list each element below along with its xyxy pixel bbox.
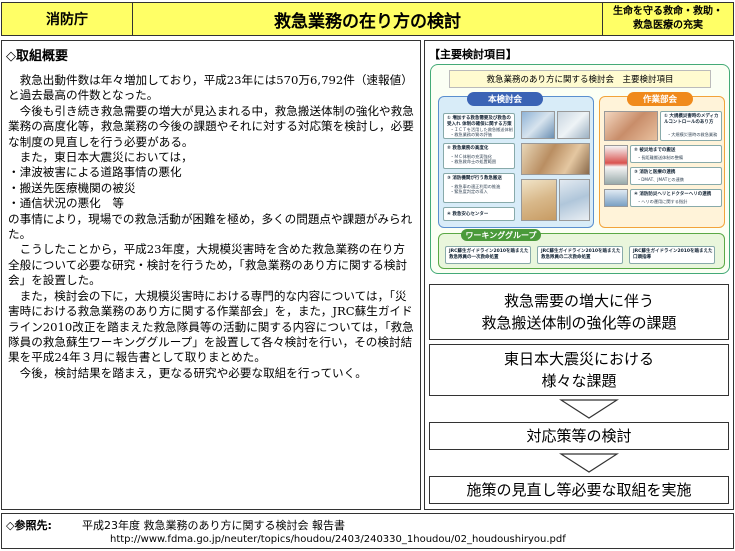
hk-item: ③ 消防機関が行う救急搬送 ・救急車の適正利用の推進 ・緊急度判定の導入 — [443, 173, 515, 203]
hk-item: ② 救急業務の高度化 ・ＭＣ体制の充実強化 ・救急救命士の処置範囲 — [443, 143, 515, 169]
call-center-photo — [557, 111, 590, 139]
flow-text: 様々な課題 — [541, 372, 617, 390]
bullet-item: ・津波被害による道路事情の悪化 — [8, 165, 182, 180]
wg-item: JRC蘇生ガイドライン2010を踏まえた救急隊員の一次救命処置 — [445, 246, 531, 264]
main-committee-box: ① 増加する救急需要及び救急の受入れ 体制の確保に関する方策 ・ＩＣＴを活用した… — [438, 96, 594, 228]
key-items-heading: 【主要検討項目】 — [429, 48, 517, 61]
sg-item-title: ② 被災地までの搬送 — [634, 148, 676, 153]
sg-item: ② 被災地までの搬送 ・長距離搬送体制の整備 — [630, 145, 722, 163]
overview-text: 救急出動件数は年々増加しており，平成23年には570万6,792件（速報値）と過… — [8, 73, 416, 381]
reference-footer: ◇参照先: 平成23年度 救急業務のあり方に関する検討会 報告書 http://… — [1, 513, 734, 549]
paragraph: 今後も引き続き救急需要の増大が見込まれる中，救急搬送体制の強化や救急業務の高度化… — [8, 103, 414, 149]
paragraph: 今後，検討結果を踏まえ，更なる研究や必要な取組を行っていく。 — [19, 365, 367, 380]
key-items-diagram: 救急業務のあり方に関する検討会 主要検討項目 ① 増加する救急需要及び救急の受入… — [430, 64, 730, 274]
sg-item: ① 大規模災害時のメディカルコントロールのあり方 ・大規模災害時の救急業務 — [660, 111, 722, 141]
hk-item-title: ② 救急業務の高度化 — [447, 146, 489, 151]
tagline-line-2: 救急医療の充実 — [633, 20, 703, 31]
working-group-box: ① 大規模災害時のメディカルコントロールのあり方 ・大規模災害時の救急業務 ② … — [599, 96, 725, 228]
emergency-scene-photo — [521, 179, 557, 221]
wg-item-title: JRC蘇生ガイドライン2010を踏まえた救急隊員の一次救命処置 — [449, 249, 529, 260]
hk-item-title: ④ 救急安心センター — [447, 212, 489, 217]
paragraph: 救急出動件数は年々増加しており，平成23年には570万6,792件（速報値）と過… — [8, 73, 413, 103]
tagline-line-1: 生命を守る救命・救助・ — [613, 6, 723, 17]
overview-panel: ◇取組概要 救急出動件数は年々増加しており，平成23年には570万6,792件（… — [1, 40, 421, 510]
wg-item: JRC蘇生ガイドライン2010を踏まえた救急隊員の二次救命処置 — [537, 246, 623, 264]
down-arrow-icon — [559, 453, 619, 473]
reference-label: ◇参照先: — [6, 519, 52, 532]
flow-text: 対応策等の検討 — [526, 427, 632, 445]
paragraph: また，東日本大震災においては， — [19, 150, 193, 165]
flow-box-demand: 救急需要の増大に伴う 救急搬送体制の強化等の課題 — [429, 284, 729, 340]
hk-item-sub: ・緊急度判定の導入 — [450, 189, 488, 194]
flow-box-earthquake: 東日本大震災における 様々な課題 — [429, 344, 729, 396]
reference-title: 平成23年度 救急業務のあり方に関する検討会 報告書 — [82, 519, 345, 532]
paragraph: の事情により，現場での救急活動が困難を極め，多くの問題点や課題がみられた。 — [8, 211, 413, 242]
down-arrow-icon — [559, 399, 619, 419]
hk-item-sub: ・救急業務の質の評価 — [450, 132, 492, 137]
hk-item-sub: ・救急救命士の処置範囲 — [450, 159, 497, 164]
sg-item: ④ 消防防災ヘリとドクターヘリの連携 ・ヘリの運用に関する指針 — [630, 189, 722, 207]
disaster-photo — [604, 111, 658, 141]
main-committee-tab: 本検討会 — [467, 92, 543, 106]
flow-text: 施策の見直し等必要な取組を実施 — [466, 481, 692, 499]
hk-item-title: ① 増加する救急需要及び救急の受入れ 体制の確保に関する方策 — [447, 116, 512, 127]
wg-item-title: JRC蘇生ガイドライン2010を踏まえた救急隊員の二次救命処置 — [541, 249, 621, 260]
key-items-panel: 【主要検討項目】 救急業務のあり方に関する検討会 主要検討項目 ① 増加する救急… — [424, 40, 734, 510]
flow-box-measures: 対応策等の検討 — [429, 422, 729, 450]
sg-item-sub: ・長距離搬送体制の整備 — [637, 155, 684, 160]
hk-item-title: ③ 消防機関が行う救急搬送 — [447, 176, 502, 181]
hk-item: ④ 救急安心センター — [443, 207, 515, 221]
wg-item: JRC蘇生ガイドライン2010を踏まえた口頭指導 — [629, 246, 715, 264]
flow-text: 東日本大震災における — [503, 350, 654, 368]
sg-item-sub: ・ヘリの運用に関する指針 — [637, 199, 688, 204]
wg-item-title: JRC蘇生ガイドライン2010を踏まえた口頭指導 — [633, 249, 713, 260]
flow-text: 救急需要の増大に伴う — [503, 292, 654, 310]
hospital-photo — [559, 179, 590, 221]
ambulance-photo — [521, 111, 555, 139]
reference-url[interactable]: http://www.fdma.go.jp/neuter/topics/houd… — [110, 534, 566, 545]
flow-text: 救急搬送体制の強化等の課題 — [481, 314, 677, 332]
sg-item: ③ 消防と医療の連携 ・DMAT、JMATとの連携 — [630, 167, 722, 185]
diagram-title: 救急業務のあり方に関する検討会 主要検討項目 — [449, 70, 711, 88]
sg-item-title: ④ 消防防災ヘリとドクターヘリの連携 — [634, 192, 712, 197]
sg-item-sub: ・大規模災害時の救急業務 — [667, 132, 718, 137]
sg-item-title: ③ 消防と医療の連携 — [634, 170, 676, 175]
hk-item: ① 増加する救急需要及び救急の受入れ 体制の確保に関する方策 ・ＩＣＴを活用した… — [443, 113, 515, 139]
ambulance-vehicle-photo — [604, 145, 628, 185]
flow-box-implementation: 施策の見直し等必要な取組を実施 — [429, 476, 729, 504]
page-title: 救急業務の在り方の検討 — [133, 2, 603, 36]
sg-item-title: ① 大規模災害時のメディカルコントロールのあり方 — [664, 114, 719, 125]
paragraph: また，検討会の下に，大規模災害時における専門的な内容については，「災害時における… — [8, 288, 414, 365]
bullet-item: ・通信状況の悪化 等 — [8, 196, 124, 211]
sg-item-sub: ・DMAT、JMATとの連携 — [637, 177, 684, 182]
agency-label: 消防庁 — [1, 2, 133, 36]
overview-heading: ◇取組概要 — [6, 49, 68, 64]
wg-tab: ワーキンググループ — [461, 229, 541, 241]
working-group-tab: 作業部会 — [627, 92, 693, 106]
bullet-item: ・搬送先医療機関の被災 — [8, 180, 136, 195]
paragraph: こうしたことから，平成23年度，大規模災害時を含めた救急業務の在り方全般について… — [8, 242, 408, 288]
header-tagline: 生命を守る救命・救助・ 救急医療の充実 — [603, 2, 734, 36]
medical-care-photo — [521, 143, 590, 175]
helicopter-photo — [604, 189, 628, 207]
